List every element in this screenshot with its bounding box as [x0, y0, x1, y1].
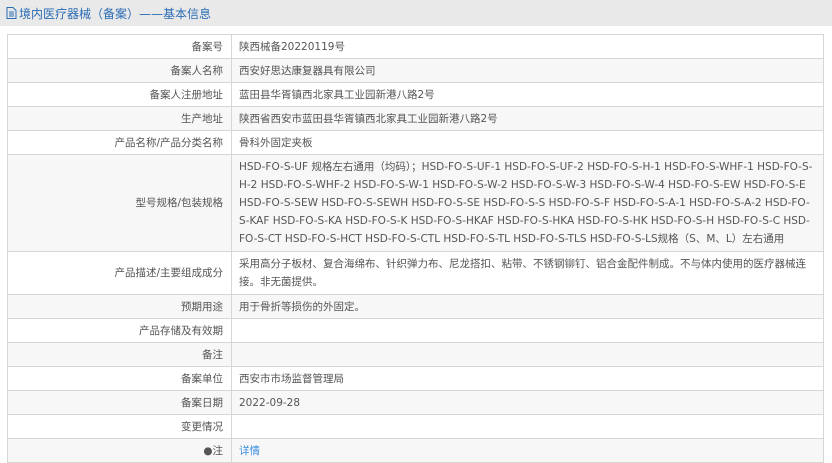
row-label: 备案人名称 [7, 58, 232, 83]
table-row: ●注 详情 [7, 438, 824, 463]
page-title: 境内医疗器械（备案）——基本信息 [19, 6, 212, 21]
table-row: 型号规格/包装规格 HSD-FO-S-UF 规格左右通用（均码）；HSD-FO-S… [7, 154, 824, 252]
table-row: 备注 [7, 342, 824, 367]
row-label: 备案人注册地址 [7, 82, 232, 107]
row-value: 详情 [231, 438, 824, 463]
info-bulb-icon: ● [203, 444, 213, 457]
table-row: 产品存储及有效期 [7, 318, 824, 343]
document-icon [6, 7, 17, 19]
table-row: 备案人注册地址 蓝田县华胥镇西北家具工业园新港八路2号 [7, 82, 824, 107]
table-row: 产品描述/主要组成成分 采用高分子板材、复合海绵布、针织弹力布、尼龙搭扣、粘带、不… [7, 251, 824, 295]
row-label: 备案单位 [7, 366, 232, 391]
row-label: 备注 [7, 342, 232, 367]
note-label-cell: ●注 [7, 438, 232, 463]
row-value: HSD-FO-S-UF 规格左右通用（均码）；HSD-FO-S-UF-1 HSD… [231, 154, 824, 252]
row-label: 产品描述/主要组成成分 [7, 251, 232, 295]
row-value: 采用高分子板材、复合海绵布、针织弹力布、尼龙搭扣、粘带、不锈钢铆钉、铝合金配件制… [231, 251, 824, 295]
row-label: 注 [212, 444, 224, 457]
info-table: 备案号 陕西械备20220119号 备案人名称 西安好思达康复器具有限公司 备案人注册地… [7, 34, 824, 463]
table-row: 备案号 陕西械备20220119号 [7, 34, 824, 59]
row-label: 预期用途 [7, 294, 232, 319]
table-row: 备案日期 2022-09-28 [7, 390, 824, 415]
row-value: 骨科外固定夹板 [231, 130, 824, 155]
row-value [231, 414, 824, 439]
row-value: 西安好思达康复器具有限公司 [231, 58, 824, 83]
row-label: 产品名称/产品分类名称 [7, 130, 232, 155]
row-value: 用于骨折等损伤的外固定。 [231, 294, 824, 319]
table-row: 备案人名称 西安好思达康复器具有限公司 [7, 58, 824, 83]
table-row: 产品名称/产品分类名称 骨科外固定夹板 [7, 130, 824, 155]
row-label: 产品存储及有效期 [7, 318, 232, 343]
row-label: 生产地址 [7, 106, 232, 131]
table-row: 变更情况 [7, 414, 824, 439]
row-value [231, 342, 824, 367]
row-label: 备案日期 [7, 390, 232, 415]
table-row: 生产地址 陕西省西安市蓝田县华胥镇西北家具工业园新港八路2号 [7, 106, 824, 131]
row-value: 西安市市场监督管理局 [231, 366, 824, 391]
page-header: 境内医疗器械（备案）——基本信息 [0, 0, 832, 26]
row-value: 2022-09-28 [231, 390, 824, 415]
row-label: 变更情况 [7, 414, 232, 439]
details-link[interactable]: 详情 [239, 445, 260, 457]
row-label: 备案号 [7, 34, 232, 59]
row-value: 陕西省西安市蓝田县华胥镇西北家具工业园新港八路2号 [231, 106, 824, 131]
table-row: 预期用途 用于骨折等损伤的外固定。 [7, 294, 824, 319]
row-label: 型号规格/包装规格 [7, 154, 232, 252]
row-value [231, 318, 824, 343]
table-row: 备案单位 西安市市场监督管理局 [7, 366, 824, 391]
row-value: 陕西械备20220119号 [231, 34, 824, 59]
row-value: 蓝田县华胥镇西北家具工业园新港八路2号 [231, 82, 824, 107]
